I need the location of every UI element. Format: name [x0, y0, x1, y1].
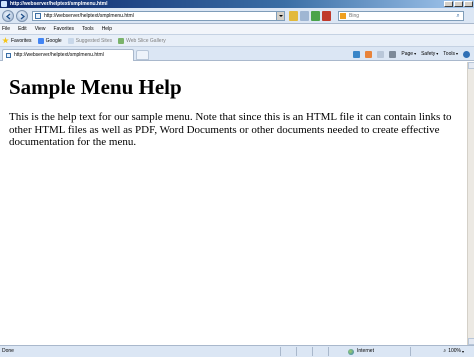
lock-icon[interactable] — [289, 11, 298, 21]
window-controls — [444, 1, 473, 7]
scroll-up-button[interactable] — [468, 62, 474, 69]
bing-icon — [340, 13, 346, 19]
page-content: Sample Menu Help This is the help text f… — [0, 62, 467, 345]
favorite-web-slice-gallery-label: Web Slice Gallery — [126, 37, 166, 44]
compatibility-view-icon[interactable] — [300, 11, 309, 21]
command-bar: Page Safety Tools — [353, 49, 470, 59]
favorites-bar: Favorites Google Suggested Sites Web Sli… — [0, 35, 474, 47]
tab-row: http://webserver/helptext/smplmenu.html … — [0, 47, 474, 61]
status-divider — [328, 347, 329, 356]
favorites-button[interactable]: Favorites — [2, 37, 32, 44]
address-bar[interactable] — [32, 11, 285, 21]
favorites-label: Favorites — [11, 37, 32, 44]
menu-bar: File Edit View Favorites Tools Help — [0, 24, 474, 35]
status-divider — [312, 347, 313, 356]
security-zone[interactable]: Internet — [348, 346, 374, 357]
ie-icon — [1, 1, 7, 7]
google-icon — [37, 37, 44, 44]
menu-view[interactable]: View — [35, 24, 46, 35]
status-text: Done — [2, 348, 14, 354]
print-icon[interactable] — [389, 50, 397, 58]
zoom-control[interactable]: ⌕ 100% ▾ — [443, 346, 464, 357]
menu-help[interactable]: Help — [102, 24, 112, 35]
vertical-scrollbar[interactable] — [467, 62, 474, 345]
refresh-icon[interactable] — [311, 11, 320, 21]
help-icon[interactable] — [463, 50, 470, 58]
search-input[interactable] — [349, 12, 449, 20]
star-icon — [2, 37, 9, 44]
menu-file[interactable]: File — [2, 24, 10, 35]
address-input[interactable] — [44, 12, 274, 20]
tab-label: http://webserver/helptext/smplmenu.html — [14, 52, 104, 58]
close-button[interactable] — [464, 1, 473, 7]
zone-label: Internet — [357, 348, 374, 354]
favorite-web-slice-gallery[interactable]: Web Slice Gallery — [118, 37, 166, 44]
menu-tools[interactable]: Tools — [82, 24, 94, 35]
feeds-icon[interactable] — [365, 50, 373, 58]
new-tab-button[interactable] — [136, 50, 149, 60]
chevron-down-icon: ▾ — [461, 349, 464, 354]
tools-menu-button[interactable]: Tools — [443, 49, 458, 59]
page-menu-button[interactable]: Page — [401, 49, 416, 59]
window-title: http://webserver/helptext/smplmenu.html — [10, 1, 108, 7]
home-icon[interactable] — [353, 50, 361, 58]
forward-arrow-icon — [20, 13, 26, 20]
menu-edit[interactable]: Edit — [18, 24, 27, 35]
scroll-down-button[interactable] — [468, 338, 474, 345]
status-divider — [296, 347, 297, 356]
favorite-suggested-sites-label: Suggested Sites — [75, 37, 113, 44]
status-divider — [280, 347, 281, 356]
zoom-level: 100% — [448, 348, 461, 354]
back-arrow-icon — [5, 13, 11, 20]
forward-button[interactable] — [16, 10, 28, 22]
suggested-sites-icon — [67, 37, 74, 44]
address-dropdown-button[interactable] — [276, 12, 284, 20]
status-bar: Done Internet ⌕ 100% ▾ — [0, 345, 474, 357]
search-icon[interactable]: ⌕ — [454, 12, 462, 20]
page-heading: Sample Menu Help — [9, 75, 182, 99]
search-box[interactable]: ⌕ — [338, 11, 464, 21]
favorite-google-label: Google — [45, 37, 62, 44]
navigation-bar: ⌕ — [0, 8, 474, 24]
minimize-button[interactable] — [444, 1, 453, 7]
stop-icon[interactable] — [322, 11, 331, 21]
mail-icon[interactable] — [377, 50, 385, 58]
favorite-suggested-sites[interactable]: Suggested Sites — [67, 37, 113, 44]
window-title-bar: http://webserver/helptext/smplmenu.html — [0, 0, 474, 8]
page-icon — [6, 53, 11, 58]
active-tab[interactable]: http://webserver/helptext/smplmenu.html — [2, 49, 134, 61]
globe-icon — [348, 348, 354, 355]
status-divider — [410, 347, 411, 356]
back-button[interactable] — [2, 10, 14, 22]
page-body-text: This is the help text for our sample men… — [9, 111, 452, 149]
menu-favorites[interactable]: Favorites — [53, 24, 74, 35]
zoom-icon: ⌕ — [443, 348, 447, 354]
maximize-button[interactable] — [454, 1, 463, 7]
web-slice-icon — [118, 37, 125, 44]
page-icon — [35, 13, 41, 19]
favorite-google[interactable]: Google — [37, 37, 62, 44]
safety-menu-button[interactable]: Safety — [421, 49, 438, 59]
